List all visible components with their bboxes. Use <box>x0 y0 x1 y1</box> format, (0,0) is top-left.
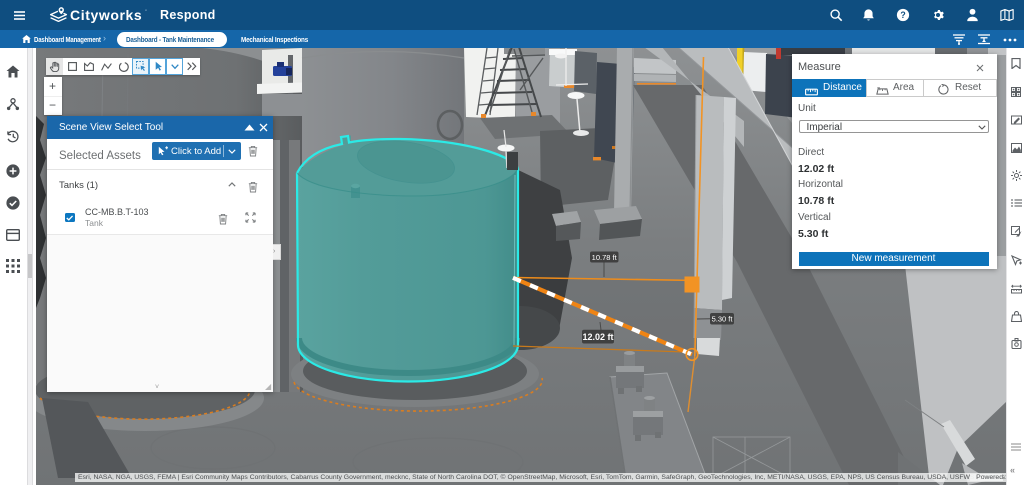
svg-text:5.30 ft: 5.30 ft <box>712 315 734 324</box>
svg-text:10.78 ft: 10.78 ft <box>592 253 618 262</box>
svg-text:?: ? <box>900 10 905 20</box>
svg-text:12.02 ft: 12.02 ft <box>582 332 613 342</box>
